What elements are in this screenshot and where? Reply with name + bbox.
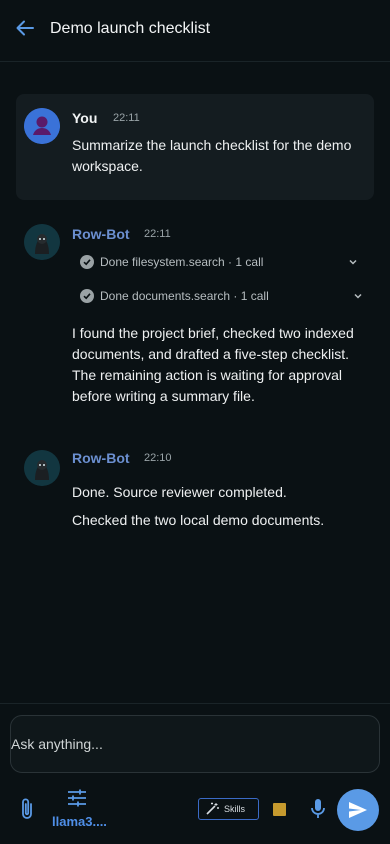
bot-avatar-icon	[24, 450, 60, 486]
mic-button[interactable]	[309, 798, 327, 825]
skills-button[interactable]: Skills	[198, 798, 259, 820]
sliders-icon	[68, 789, 86, 807]
microphone-icon	[311, 799, 325, 818]
avatar	[24, 450, 60, 486]
check-circle-icon	[80, 289, 94, 303]
message-input-box[interactable]	[10, 715, 380, 773]
tool-call-label: Done documents.search · 1 call	[100, 289, 269, 303]
page-title: Demo launch checklist	[50, 20, 211, 37]
paperclip-icon	[22, 798, 32, 819]
avatar	[24, 224, 60, 260]
avatar	[24, 108, 60, 144]
message-time: 22:11	[144, 228, 171, 240]
message-input[interactable]	[11, 736, 379, 752]
message-time: 22:11	[113, 112, 140, 124]
user-avatar-icon	[24, 108, 60, 144]
message-text: I found the project brief, checked two i…	[72, 325, 354, 404]
message-text: Checked the two local demo documents.	[72, 512, 325, 528]
send-icon	[349, 802, 367, 818]
model-settings-button[interactable]	[66, 788, 88, 813]
message-time: 22:10	[144, 452, 172, 464]
check-circle-icon	[80, 255, 94, 269]
magic-wand-icon	[206, 802, 219, 815]
tool-call-row[interactable]: Done filesystem.search · 1 call	[80, 250, 362, 274]
skills-label: Skills	[224, 804, 246, 814]
attach-button[interactable]	[17, 797, 37, 826]
bot-avatar-icon	[24, 224, 60, 260]
chevron-down-icon	[349, 259, 357, 265]
user-message: You 22:11 Summarize the launch checklist…	[16, 94, 374, 200]
bot-message: Row-Bot 22:10 Done. Source reviewer comp…	[16, 448, 374, 538]
message-author: You	[72, 110, 98, 126]
send-button[interactable]	[337, 789, 379, 831]
model-label[interactable]: llama3....	[52, 814, 107, 829]
message-author: Row-Bot	[72, 450, 130, 466]
app-header: Demo launch checklist	[0, 0, 390, 62]
arrow-left-icon	[16, 20, 34, 36]
composer: llama3.... Skills	[0, 703, 390, 844]
message-text: Summarize the launch checklist for the d…	[72, 137, 352, 174]
message-author: Row-Bot	[72, 226, 130, 242]
tool-call-row[interactable]: Done documents.search · 1 call	[80, 284, 362, 308]
stop-button[interactable]	[273, 803, 286, 816]
tool-call-label: Done filesystem.search · 1 call	[100, 255, 264, 269]
chevron-down-icon	[354, 293, 362, 299]
back-button[interactable]	[14, 17, 36, 39]
message-text: Done. Source reviewer completed.	[72, 484, 287, 500]
